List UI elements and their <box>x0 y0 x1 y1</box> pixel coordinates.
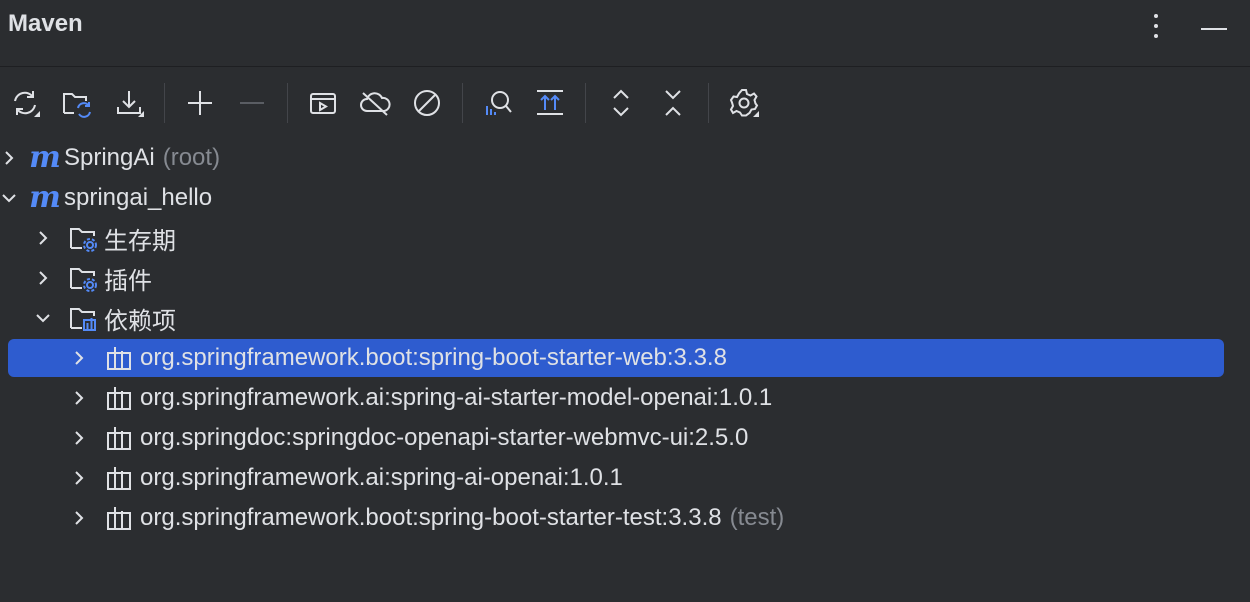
add-icon <box>188 91 212 115</box>
reload-all-button[interactable] <box>2 80 48 126</box>
chevron-right-icon[interactable] <box>68 467 90 489</box>
hide-window-button[interactable] <box>1196 8 1232 44</box>
toolbar-separator <box>164 83 165 123</box>
header-actions <box>1138 8 1232 44</box>
folder-library-icon <box>68 303 98 333</box>
dependency-label: org.springdoc:springdoc-openapi-starter-… <box>140 424 749 451</box>
project-root-tag: (root) <box>162 144 221 171</box>
remove-icon <box>240 102 264 104</box>
maven-tool-window: Maven m SpringAi (root) m springai_hello… <box>0 0 1250 602</box>
expand-all-button[interactable] <box>598 80 644 126</box>
toggle-skip-tests-button[interactable] <box>404 80 450 126</box>
show-dependencies-button[interactable] <box>527 80 573 126</box>
toolbar-separator <box>585 83 586 123</box>
more-options-button[interactable] <box>1138 8 1174 44</box>
folder-gear-icon <box>68 223 98 253</box>
dependency-label: org.springframework.boot:spring-boot-sta… <box>140 344 727 371</box>
folder-gear-icon <box>68 263 98 293</box>
collapse-all-button[interactable] <box>650 80 696 126</box>
folder-label: 生存期 <box>104 227 176 255</box>
project-name: SpringAi <box>64 144 155 171</box>
tree-row-dependency[interactable]: org.springframework.ai:spring-ai-starter… <box>0 378 1250 418</box>
dropdown-corner-icon <box>138 111 144 117</box>
tool-window-title: Maven <box>8 10 83 37</box>
folder-label: 依赖项 <box>104 307 176 335</box>
dependency-label: org.springframework.ai:spring-ai-openai:… <box>140 464 623 491</box>
expand-all-icon <box>613 89 629 117</box>
offline-mode-icon <box>360 92 391 116</box>
tool-window-header: Maven <box>0 0 1250 54</box>
chevron-right-icon[interactable] <box>32 267 54 289</box>
chevron-right-icon[interactable] <box>32 227 54 249</box>
tree-row-plugins[interactable]: 插件 <box>0 258 1250 298</box>
maven-toolbar <box>0 78 1250 128</box>
dropdown-corner-icon <box>34 111 40 117</box>
dropdown-corner-icon <box>753 111 759 117</box>
skip-tests-icon <box>414 90 440 116</box>
module-name: springai_hello <box>64 184 213 211</box>
maven-settings-button[interactable] <box>721 80 767 126</box>
reload-project-icon <box>63 93 91 118</box>
reload-project-button[interactable] <box>54 80 100 126</box>
chevron-right-icon[interactable] <box>68 387 90 409</box>
tree-row-module[interactable]: m springai_hello <box>0 178 1250 218</box>
header-divider <box>0 66 1250 67</box>
run-maven-build-button[interactable] <box>300 80 346 126</box>
download-sources-button[interactable] <box>106 80 152 126</box>
maven-project-icon: m <box>29 140 61 175</box>
library-icon <box>104 503 134 533</box>
remove-project-button[interactable] <box>229 80 275 126</box>
toolbar-separator <box>287 83 288 123</box>
chevron-right-icon[interactable] <box>0 147 20 169</box>
folder-label: 插件 <box>104 267 152 295</box>
analyze-dependencies-button[interactable] <box>475 80 521 126</box>
toolbar-separator <box>462 83 463 123</box>
chevron-right-icon[interactable] <box>68 347 90 369</box>
collapse-all-icon <box>665 90 681 116</box>
toolbar-separator <box>708 83 709 123</box>
library-icon <box>104 463 134 493</box>
maven-projects-tree: m SpringAi (root) m springai_hello 生存期 插… <box>0 138 1250 538</box>
tree-row-dependency[interactable]: org.springdoc:springdoc-openapi-starter-… <box>0 418 1250 458</box>
dependency-scope-tag: (test) <box>729 504 785 531</box>
run-config-icon <box>310 93 336 114</box>
tree-row-dependencies[interactable]: 依赖项 <box>0 298 1250 338</box>
library-icon <box>104 343 134 373</box>
tree-row-dependency[interactable]: org.springframework.boot:spring-boot-sta… <box>0 338 1250 378</box>
chevron-right-icon[interactable] <box>68 427 90 449</box>
library-icon <box>104 383 134 413</box>
tree-row-lifecycle[interactable]: 生存期 <box>0 218 1250 258</box>
toggle-offline-mode-button[interactable] <box>352 80 398 126</box>
chevron-right-icon[interactable] <box>68 507 90 529</box>
tree-row-dependency[interactable]: org.springframework.boot:spring-boot-sta… <box>0 498 1250 538</box>
dependency-label: org.springframework.ai:spring-ai-starter… <box>140 384 773 411</box>
dependency-label: org.springframework.boot:spring-boot-sta… <box>140 504 722 531</box>
chevron-down-icon[interactable] <box>0 187 20 209</box>
analyze-dependencies-icon <box>486 91 512 115</box>
show-dependencies-icon <box>537 90 563 115</box>
chevron-down-icon[interactable] <box>32 307 54 329</box>
more-vertical-icon <box>1154 14 1158 38</box>
library-icon <box>104 423 134 453</box>
minimize-icon <box>1201 28 1227 30</box>
tree-row-root-project[interactable]: m SpringAi (root) <box>0 138 1250 178</box>
add-project-button[interactable] <box>177 80 223 126</box>
maven-project-icon: m <box>29 180 61 215</box>
tree-row-dependency[interactable]: org.springframework.ai:spring-ai-openai:… <box>0 458 1250 498</box>
